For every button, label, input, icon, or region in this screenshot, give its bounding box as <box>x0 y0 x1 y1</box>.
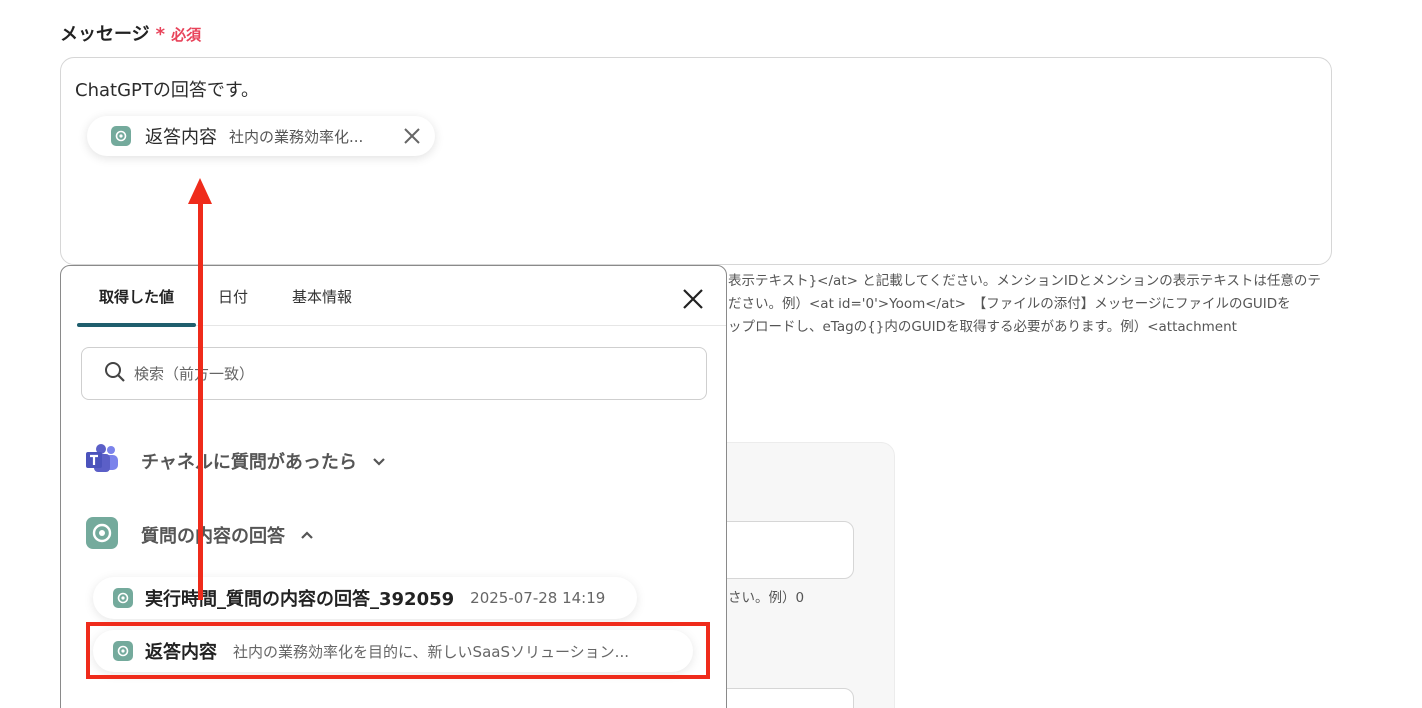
help-line: ップロードし、eTagの{}内のGUIDを取得する必要があります。例）<atta… <box>728 319 1237 335</box>
tab-basic-info[interactable]: 基本情報 <box>270 266 374 326</box>
search-input[interactable]: 検索（前方一致） <box>81 347 707 400</box>
chatgpt-icon <box>111 126 131 146</box>
chatgpt-icon <box>85 516 119 554</box>
teams-icon <box>85 444 119 478</box>
help-text: 表示テキスト}</at> と記載してください。メンションIDとメンションの表示テ… <box>728 270 1338 339</box>
tab-acquired-values[interactable]: 取得した値 <box>77 266 197 327</box>
variable-chip[interactable]: 返答内容 社内の業務効率化... <box>87 116 435 156</box>
group-teams-trigger[interactable]: チャネルに質問があったら <box>85 444 387 478</box>
message-field-label: メッセージ <box>60 24 150 45</box>
chevron-up-icon <box>299 527 315 543</box>
chevron-down-icon <box>371 453 387 469</box>
variable-chip-title: 返答内容 <box>145 127 217 148</box>
variable-item-value: 2025-07-28 14:19 <box>470 589 606 607</box>
highlight-box <box>86 622 710 679</box>
annotation-arrow-head <box>188 178 212 204</box>
picker-tabs: 取得した値 日付 基本情報 <box>77 266 726 327</box>
tab-date[interactable]: 日付 <box>196 266 270 326</box>
help-line: 表示テキスト}</at> と記載してください。メンションIDとメンションの表示テ… <box>728 273 1321 289</box>
chatgpt-icon <box>113 588 133 608</box>
annotation-arrow-line <box>198 200 203 600</box>
close-icon[interactable] <box>401 125 423 147</box>
required-label: 必須 <box>171 26 202 44</box>
help-line: ださい。例）<at id='0'>Yoom</at> 【ファイルの添付】メッセー… <box>728 296 1291 312</box>
variable-item-execution-time[interactable]: 実行時間_質問の内容の回答_392059 2025-07-28 14:19 <box>93 577 637 619</box>
search-icon <box>104 361 126 387</box>
required-star: * <box>155 24 166 45</box>
search-placeholder: 検索（前方一致） <box>134 365 255 383</box>
group-title: 質問の内容の回答 <box>141 526 285 547</box>
close-icon[interactable] <box>680 286 706 312</box>
message-text: ChatGPTの回答です。 <box>75 80 260 101</box>
variable-item-title: 実行時間_質問の内容の回答_392059 <box>145 589 455 610</box>
message-textarea[interactable]: ChatGPTの回答です。 返答内容 社内の業務効率化... <box>60 57 1332 265</box>
background-help-text: さい。例）0 <box>728 590 805 606</box>
variable-chip-preview: 社内の業務効率化... <box>229 127 364 146</box>
message-field-label-row: メッセージ * 必須 <box>60 20 201 46</box>
group-title: チャネルに質問があったら <box>141 452 357 473</box>
